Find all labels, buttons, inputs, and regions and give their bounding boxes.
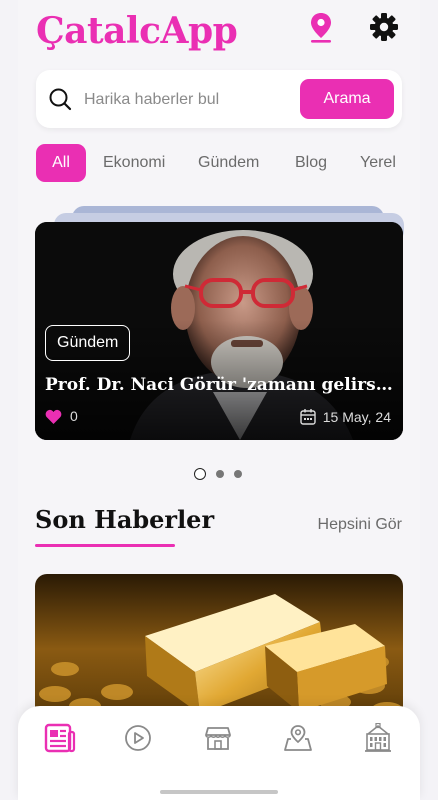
nav-store[interactable] <box>198 720 238 756</box>
store-icon <box>205 727 231 750</box>
gold-bars-photo <box>35 574 403 724</box>
settings-button[interactable] <box>367 10 401 44</box>
featured-news-title: Prof. Dr. Naci Görür 'zamanı gelirse' ..… <box>45 375 395 395</box>
calendar-icon <box>300 409 316 425</box>
location-button[interactable] <box>304 10 338 44</box>
publish-date: 15 May, 24 <box>300 408 391 425</box>
tab-ekonomi[interactable]: Ekonomi <box>103 144 165 182</box>
bottom-navigation <box>18 706 420 800</box>
tab-all[interactable]: All <box>36 144 86 182</box>
news-item-image[interactable] <box>35 574 403 724</box>
date-value: 15 May, 24 <box>322 408 391 425</box>
tab-blog[interactable]: Blog <box>295 144 327 182</box>
tab-gundem[interactable]: Gündem <box>198 144 259 182</box>
carousel-indicator <box>194 468 252 480</box>
see-all-link[interactable]: Hepsini Gör <box>318 516 402 534</box>
heart-icon <box>45 409 62 424</box>
search-input[interactable] <box>82 84 296 116</box>
building-icon <box>365 723 391 752</box>
tab-yerel[interactable]: Yerel <box>360 144 396 182</box>
likes-count[interactable]: 0 <box>45 408 78 424</box>
app-title: ÇatalcApp <box>36 10 238 52</box>
map-icon <box>284 725 312 751</box>
nav-map[interactable] <box>278 720 318 756</box>
featured-news-card[interactable]: Gündem Prof. Dr. Naci Görür 'zamanı geli… <box>35 222 403 440</box>
carousel-dot-1[interactable] <box>194 468 206 480</box>
likes-value: 0 <box>70 408 78 424</box>
gear-icon <box>370 13 398 41</box>
section-underline <box>35 544 175 547</box>
section-title: Son Haberler <box>35 505 215 534</box>
category-tabs: All Ekonomi Gündem Blog Yerel <box>36 144 420 182</box>
location-pin-icon <box>311 13 331 43</box>
carousel-dot-3[interactable] <box>234 470 242 478</box>
search-icon <box>49 88 72 111</box>
app-screen: ÇatalcApp Harika haberler bul Arama All … <box>18 0 420 800</box>
play-icon <box>125 725 151 751</box>
search-bar: Arama <box>36 70 402 128</box>
header: ÇatalcApp <box>18 0 420 60</box>
nav-video[interactable] <box>118 720 158 756</box>
nav-news[interactable] <box>40 720 80 756</box>
news-icon <box>44 723 76 753</box>
nav-municipality[interactable] <box>358 720 398 756</box>
carousel-dot-2[interactable] <box>216 470 224 478</box>
home-indicator <box>160 790 278 794</box>
category-badge: Gündem <box>45 325 131 361</box>
search-button[interactable]: Arama <box>300 79 394 119</box>
